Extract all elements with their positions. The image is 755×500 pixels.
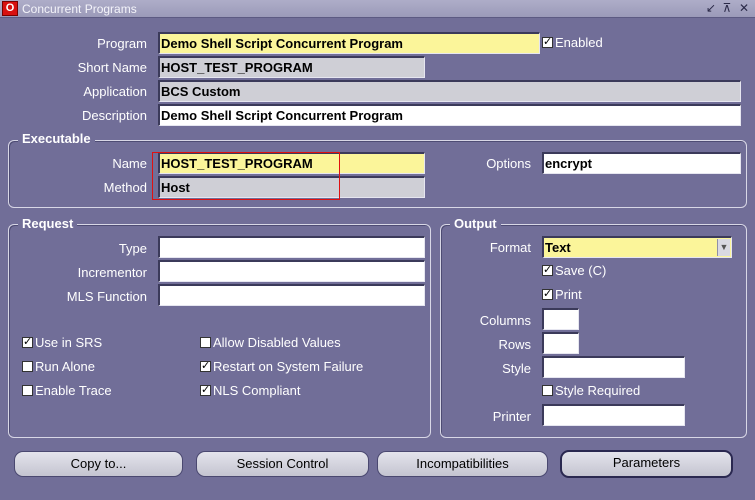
oracle-app-icon: O: [2, 1, 18, 16]
dropdown-arrow-icon[interactable]: ▼: [717, 239, 730, 256]
print-checkbox[interactable]: ✓ Print: [542, 287, 582, 302]
columns-label: Columns: [479, 313, 531, 328]
save-checkbox[interactable]: ✓ Save (C): [542, 263, 606, 278]
use-in-srs-label: Use in SRS: [35, 335, 103, 350]
minimize-icon[interactable]: ↙: [704, 1, 718, 16]
description-label: Description: [81, 108, 147, 123]
program-field[interactable]: Demo Shell Script Concurrent Program: [158, 32, 540, 54]
style-field[interactable]: [542, 356, 685, 378]
enabled-checkbox[interactable]: ✓ Enabled: [542, 35, 603, 50]
run-alone-checkbox[interactable]: Run Alone: [22, 359, 95, 374]
enabled-label: Enabled: [555, 35, 603, 50]
enabled-check-icon: ✓: [542, 36, 553, 48]
format-value: Text: [545, 240, 571, 255]
run-alone-check-icon: [22, 361, 33, 372]
allow-disabled-values-checkbox[interactable]: Allow Disabled Values: [200, 335, 341, 350]
copy-to-button[interactable]: Copy to...: [14, 451, 183, 477]
printer-field[interactable]: [542, 404, 685, 426]
request-title: Request: [18, 216, 78, 231]
type-label: Type: [118, 241, 147, 256]
method-label: Method: [103, 180, 147, 195]
title-bar: O Concurrent Programs ↙ ⊼ ✕: [0, 0, 755, 18]
parameters-button[interactable]: Parameters: [560, 450, 733, 478]
save-label: Save (C): [555, 263, 607, 278]
run-alone-label: Run Alone: [35, 359, 95, 374]
close-icon[interactable]: ✕: [737, 1, 751, 16]
restart-on-failure-label: Restart on System Failure: [213, 359, 364, 374]
style-required-check-icon: [542, 385, 553, 396]
window-title: Concurrent Programs: [22, 2, 137, 16]
rows-label: Rows: [498, 337, 531, 352]
output-title: Output: [450, 216, 501, 231]
save-check-icon: ✓: [542, 264, 553, 276]
mls-function-field[interactable]: [158, 284, 425, 306]
short-name-label: Short Name: [77, 60, 147, 75]
executable-name-label: Name: [112, 156, 147, 171]
style-label: Style: [502, 361, 531, 376]
format-label: Format: [489, 240, 531, 255]
enable-trace-label: Enable Trace: [35, 383, 112, 398]
options-field[interactable]: encrypt: [542, 152, 741, 174]
format-select[interactable]: Text ▼: [542, 236, 732, 258]
rows-field[interactable]: [542, 332, 579, 354]
incrementor-label: Incrementor: [77, 265, 147, 280]
application-field[interactable]: BCS Custom: [158, 80, 741, 102]
restart-on-failure-checkbox[interactable]: ✓ Restart on System Failure: [200, 359, 363, 374]
use-in-srs-check-icon: ✓: [22, 336, 33, 348]
application-label: Application: [83, 84, 147, 99]
description-field[interactable]: Demo Shell Script Concurrent Program: [158, 104, 741, 126]
enable-trace-checkbox[interactable]: Enable Trace: [22, 383, 112, 398]
allow-disabled-values-check-icon: [200, 337, 211, 348]
print-label: Print: [555, 287, 582, 302]
session-control-button[interactable]: Session Control: [196, 451, 369, 477]
use-in-srs-checkbox[interactable]: ✓ Use in SRS: [22, 335, 102, 350]
style-required-checkbox[interactable]: Style Required: [542, 383, 640, 398]
options-label: Options: [486, 156, 531, 171]
nls-compliant-checkbox[interactable]: ✓ NLS Compliant: [200, 383, 300, 398]
restart-on-failure-check-icon: ✓: [200, 360, 211, 372]
program-label: Program: [97, 36, 147, 51]
maximize-icon[interactable]: ⊼: [720, 1, 734, 16]
allow-disabled-values-label: Allow Disabled Values: [213, 335, 341, 350]
type-field[interactable]: [158, 236, 425, 258]
executable-name-field[interactable]: HOST_TEST_PROGRAM: [158, 152, 425, 174]
method-field[interactable]: Host: [158, 176, 425, 198]
enable-trace-check-icon: [22, 385, 33, 396]
columns-field[interactable]: [542, 308, 579, 330]
mls-function-label: MLS Function: [66, 289, 147, 304]
executable-title: Executable: [18, 131, 95, 146]
incrementor-field[interactable]: [158, 260, 425, 282]
incompatibilities-button[interactable]: Incompatibilities: [377, 451, 548, 477]
nls-compliant-check-icon: ✓: [200, 384, 211, 396]
nls-compliant-label: NLS Compliant: [213, 383, 301, 398]
printer-label: Printer: [492, 409, 531, 424]
print-check-icon: ✓: [542, 288, 553, 300]
style-required-label: Style Required: [555, 383, 641, 398]
short-name-field[interactable]: HOST_TEST_PROGRAM: [158, 56, 425, 78]
